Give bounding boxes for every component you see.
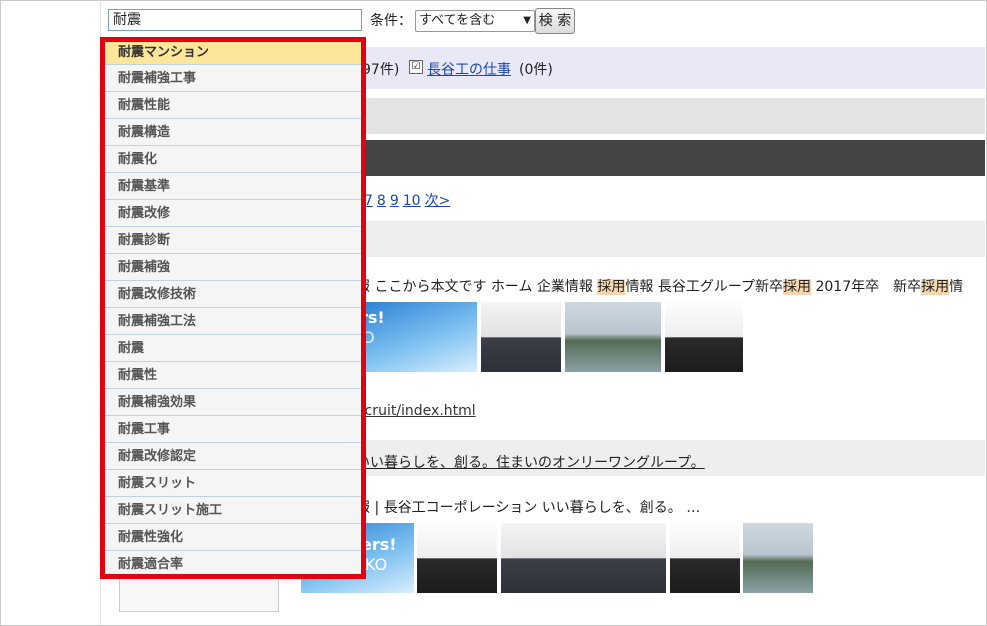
suggestion-item[interactable]: 耐震基準 bbox=[105, 173, 361, 200]
suggestion-item[interactable]: 耐震 bbox=[105, 335, 361, 362]
result-image-meeting[interactable] bbox=[417, 523, 497, 593]
suggestion-item[interactable]: 耐震改修技術 bbox=[105, 281, 361, 308]
suggestion-item[interactable]: 耐震マンション bbox=[105, 42, 361, 65]
suggestion-item[interactable]: 耐震スリット施工 bbox=[105, 497, 361, 524]
result-snippet: 報 | 長谷工コーポレーション いい暮らしを、創る。 … bbox=[356, 500, 701, 516]
suggestion-item[interactable]: 耐震化 bbox=[105, 146, 361, 173]
result-title-link[interactable]: いい暮らしを、創る。住まいのオンリーワングループ。 bbox=[356, 452, 705, 472]
filter-count: (0件) bbox=[519, 62, 553, 78]
result-image-office[interactable] bbox=[670, 523, 740, 593]
result-url[interactable]: ecruit/index.html bbox=[356, 403, 476, 419]
suggestion-dropdown: 耐震マンション 耐震補強工事 耐震性能 耐震構造 耐震化 耐震基準 耐震改修 耐… bbox=[100, 37, 366, 579]
highlight: 採用 bbox=[921, 279, 950, 295]
filter-checkbox[interactable]: ☑ bbox=[409, 60, 423, 74]
suggestion-item[interactable]: 耐震性 bbox=[105, 362, 361, 389]
condition-label: 条件： bbox=[370, 13, 412, 29]
suggestion-item[interactable]: 耐震性強化 bbox=[105, 524, 361, 551]
result-image-staff[interactable] bbox=[501, 523, 666, 593]
suggestion-item[interactable]: 耐震改修 bbox=[105, 200, 361, 227]
suggestion-item[interactable]: 耐震工事 bbox=[105, 416, 361, 443]
page-link[interactable]: 9 bbox=[390, 193, 399, 209]
next-page-link[interactable]: 次> bbox=[425, 193, 451, 209]
page-link[interactable]: 10 bbox=[403, 193, 421, 209]
suggestion-item[interactable]: 耐震適合率 bbox=[105, 551, 361, 574]
suggestion-item[interactable]: 耐震補強 bbox=[105, 254, 361, 281]
condition-select-value: すべてを含む bbox=[419, 13, 496, 28]
result-snippet: 報 ここから本文です ホーム 企業情報 採用情報 長谷工グループ新卒採用 201… bbox=[356, 279, 964, 295]
result-image-office[interactable] bbox=[665, 302, 743, 372]
result-image-staff[interactable] bbox=[481, 302, 561, 372]
result-image-lake[interactable] bbox=[743, 523, 813, 593]
suggestion-item[interactable]: 耐震性能 bbox=[105, 92, 361, 119]
suggestion-item[interactable]: 耐震補強工事 bbox=[105, 65, 361, 92]
pagination: 7 8 9 10 次> bbox=[364, 190, 454, 210]
suggestion-item[interactable]: 耐震補強効果 bbox=[105, 389, 361, 416]
suggestion-item[interactable]: 耐震スリット bbox=[105, 470, 361, 497]
search-input[interactable]: 耐震 bbox=[108, 9, 362, 31]
search-button[interactable]: 検 索 bbox=[535, 8, 575, 34]
highlight: 採用 bbox=[783, 279, 812, 295]
result-image-lake[interactable] bbox=[565, 302, 661, 372]
page-link[interactable]: 8 bbox=[377, 193, 386, 209]
suggestion-item[interactable]: 耐震改修認定 bbox=[105, 443, 361, 470]
suggestion-item[interactable]: 耐震構造 bbox=[105, 119, 361, 146]
filter-count: 97件) bbox=[362, 62, 400, 78]
suggestion-item[interactable]: 耐震診断 bbox=[105, 227, 361, 254]
filter-link-hasekou-work[interactable]: 長谷工の仕事 bbox=[427, 59, 511, 79]
chevron-down-icon: ▼ bbox=[523, 15, 531, 26]
suggestion-item[interactable]: 耐震補強工法 bbox=[105, 308, 361, 335]
highlight: 採用 bbox=[597, 279, 626, 295]
result-image-sky[interactable]: rs! O bbox=[356, 302, 477, 372]
condition-select[interactable]: すべてを含む ▼ bbox=[415, 10, 535, 32]
